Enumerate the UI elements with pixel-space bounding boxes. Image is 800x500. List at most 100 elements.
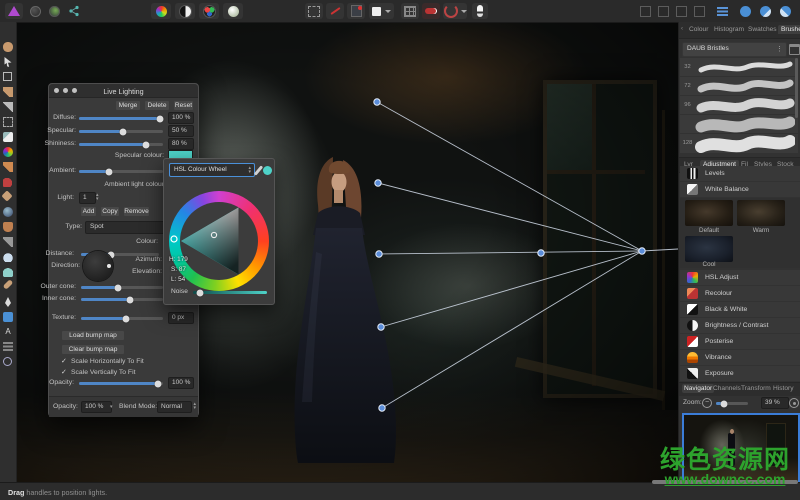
brush-row[interactable]: 96 xyxy=(680,96,798,114)
preferences-icon[interactable] xyxy=(46,3,63,19)
light-value[interactable]: 1 xyxy=(79,192,96,204)
smudge-tool[interactable] xyxy=(3,237,13,247)
footer-opacity-value[interactable]: 100 % xyxy=(81,401,112,413)
paint-brush-tool[interactable] xyxy=(3,162,13,172)
fill-swatch-dropdown[interactable] xyxy=(369,3,394,19)
shape-tool[interactable] xyxy=(3,312,13,322)
erase-brush-tool[interactable] xyxy=(1,190,12,201)
wb-preset-cool[interactable] xyxy=(685,236,733,262)
move-to-front-icon[interactable] xyxy=(692,3,707,19)
dodge-tool[interactable] xyxy=(3,252,13,262)
light-stepper[interactable]: ▴▾ xyxy=(96,193,99,201)
develop-persona-icon[interactable] xyxy=(199,3,219,19)
reset-button[interactable]: Reset xyxy=(173,100,194,111)
tab-brushes[interactable]: Brushes xyxy=(778,25,800,34)
copy-light-button[interactable]: Copy xyxy=(100,206,120,217)
boolean-intersect-icon[interactable] xyxy=(777,3,794,19)
view-tool[interactable] xyxy=(3,42,13,52)
diffuse-slider[interactable] xyxy=(79,117,163,120)
inner-cone-slider[interactable] xyxy=(81,298,163,301)
brush-set-dropdown[interactable]: DAUB Bristles ⋮ xyxy=(682,42,787,57)
vial-icon[interactable] xyxy=(472,3,488,19)
move-to-back-icon[interactable] xyxy=(638,3,653,19)
adjustment-exposure[interactable]: Exposure xyxy=(680,366,800,381)
adjustment-posterise[interactable]: Posterise xyxy=(680,334,800,349)
brush-row[interactable]: 32 xyxy=(680,58,798,76)
outer-cone-slider[interactable] xyxy=(81,286,163,289)
merge-button[interactable]: Merge xyxy=(115,100,141,111)
tab-history[interactable]: History xyxy=(773,385,794,392)
rotate-canvas-icon[interactable] xyxy=(443,3,467,19)
back-one-icon[interactable] xyxy=(656,3,671,19)
scale-horizontally-checkbox[interactable]: ✓ xyxy=(61,357,67,365)
selection-brush-tool[interactable] xyxy=(3,87,13,97)
snapping-icon[interactable] xyxy=(305,3,323,19)
blend-mode-value[interactable]: Normal xyxy=(157,401,192,413)
wb-preset-warm[interactable] xyxy=(737,200,785,226)
zoom-fit-icon[interactable] xyxy=(789,398,799,408)
brush-row[interactable]: 128 xyxy=(680,134,798,153)
boolean-add-icon[interactable] xyxy=(737,3,754,19)
shininess-slider[interactable] xyxy=(79,143,163,146)
brush-list-scrollbar[interactable] xyxy=(795,58,798,118)
texture-slider[interactable] xyxy=(81,317,163,320)
adjustment-levels[interactable]: Levels xyxy=(680,166,800,181)
colour-wheel-tool[interactable] xyxy=(3,147,13,157)
assistant-icon[interactable] xyxy=(347,3,365,19)
clear-bump-map-button[interactable]: Clear bump map xyxy=(61,344,125,355)
boolean-subtract-icon[interactable] xyxy=(757,3,774,19)
liquify-persona-icon[interactable] xyxy=(175,3,195,19)
navigator-zoom-slider[interactable] xyxy=(716,402,748,405)
shininess-value[interactable]: 80 % xyxy=(168,138,194,150)
ambient-slider[interactable] xyxy=(79,170,163,173)
direction-dial[interactable] xyxy=(83,251,113,281)
colour-profile-icon[interactable] xyxy=(27,3,44,19)
remove-light-button[interactable]: Remove xyxy=(123,206,150,217)
brush-row[interactable] xyxy=(680,115,798,133)
zoom-value[interactable]: 39 % xyxy=(761,397,789,409)
text-tool[interactable]: A xyxy=(3,327,13,337)
zoom-tool[interactable] xyxy=(3,357,12,366)
photo-persona-icon[interactable] xyxy=(151,3,171,19)
adjustment-brightness-contrast[interactable]: Brightness / Contrast xyxy=(680,318,800,333)
healing-tool[interactable] xyxy=(3,279,14,290)
diffuse-value[interactable]: 100 % xyxy=(168,112,194,124)
clone-tool[interactable] xyxy=(3,207,13,217)
pen-slash-icon[interactable] xyxy=(326,3,344,19)
tab-navigator[interactable]: Navigator xyxy=(682,384,714,393)
noise-slider[interactable] xyxy=(193,291,267,294)
liquid-tool[interactable] xyxy=(3,267,13,277)
affinity-photo-logo[interactable] xyxy=(5,3,23,19)
panel-collapse-icon[interactable]: ‹ xyxy=(681,26,683,32)
forward-one-icon[interactable] xyxy=(674,3,689,19)
panel-detach-icon[interactable] xyxy=(789,44,800,55)
texture-value[interactable]: 0 px xyxy=(168,312,194,324)
tab-colour[interactable]: Colour xyxy=(689,26,708,33)
tab-transform[interactable]: Transform xyxy=(741,385,771,392)
opacity-value[interactable]: 100 % xyxy=(168,377,194,389)
overlay-paint-tool[interactable] xyxy=(3,177,13,187)
specular-value[interactable]: 50 % xyxy=(168,125,194,137)
grid-icon[interactable] xyxy=(401,3,419,19)
adjustment-hsl[interactable]: HSL Adjust xyxy=(680,270,800,285)
flood-select-tool[interactable] xyxy=(3,132,13,142)
brush-row[interactable]: 72 xyxy=(680,77,798,95)
adjustment-white-balance[interactable]: White Balance xyxy=(680,182,800,197)
blur-tool[interactable] xyxy=(3,222,13,232)
zoom-out-icon[interactable]: − xyxy=(702,398,712,408)
adjustment-black-white[interactable]: Black & White xyxy=(680,302,800,317)
direction-dial-thumb[interactable] xyxy=(107,264,111,268)
crop-tool[interactable] xyxy=(3,72,12,81)
tab-channels[interactable]: Channels xyxy=(713,385,741,392)
add-light-button[interactable]: Add xyxy=(80,206,97,217)
adjustment-vibrance[interactable]: Vibrance xyxy=(680,350,800,365)
pen-tool[interactable] xyxy=(3,297,13,307)
slice-toggle-icon[interactable] xyxy=(422,3,440,19)
wb-preset-default[interactable] xyxy=(685,200,733,226)
brush-set-menu-icon[interactable]: ⋮ xyxy=(776,45,783,53)
adjustment-recolour[interactable]: Recolour xyxy=(680,286,800,301)
specular-slider[interactable] xyxy=(79,130,163,133)
alignment-icon[interactable] xyxy=(714,3,731,19)
load-bump-map-button[interactable]: Load bump map xyxy=(61,330,125,341)
scale-vertically-checkbox[interactable]: ✓ xyxy=(61,368,67,376)
